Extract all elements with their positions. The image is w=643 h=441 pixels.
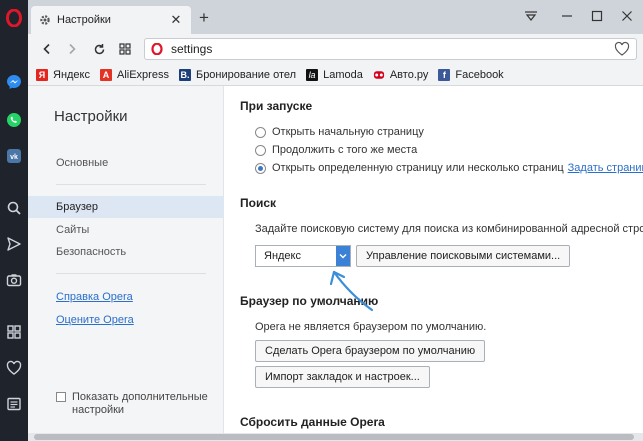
- import-bookmarks-button[interactable]: Импорт закладок и настроек...: [255, 366, 430, 388]
- bookmark-label: Бронирование отел: [195, 68, 297, 81]
- reload-icon[interactable]: [90, 40, 108, 58]
- tab-strip: Настройки ✕ +: [28, 0, 643, 34]
- chevron-down-icon[interactable]: [336, 246, 350, 266]
- vk-icon[interactable]: vk: [4, 146, 24, 166]
- bookmark-label: AliExpress: [117, 68, 169, 81]
- set-pages-link[interactable]: Задать страницы: [568, 162, 643, 174]
- reset-section-title: Сбросить данные Opera: [240, 415, 385, 429]
- close-tab-icon[interactable]: ✕: [169, 12, 183, 27]
- address-text: settings: [171, 42, 213, 56]
- bookmark-label: Яндекс: [53, 68, 90, 81]
- bookmark-item[interactable]: f Facebook: [438, 68, 504, 81]
- speed-dial-grid-icon[interactable]: [116, 40, 134, 58]
- whatsapp-icon[interactable]: [4, 110, 24, 130]
- svg-text:vk: vk: [10, 154, 18, 161]
- manage-search-engines-button[interactable]: Управление поисковыми системами...: [356, 245, 571, 267]
- search-icon[interactable]: [4, 198, 24, 218]
- default-browser-section-title: Браузер по умолчанию: [240, 294, 379, 308]
- bookmarks-bar: Я Яндекс A AliExpress B. Бронирование от…: [28, 64, 643, 86]
- startup-option-home[interactable]: Открыть начальную страницу: [255, 126, 424, 138]
- navigation-bar: settings: [28, 34, 643, 64]
- bookmark-label: Авто.ру: [389, 68, 429, 81]
- forward-icon[interactable]: [63, 40, 81, 58]
- startup-option-specific-pages[interactable]: Открыть определенную страницу или нескол…: [255, 162, 643, 174]
- booking-icon: B.: [178, 68, 191, 81]
- autoru-icon: [373, 69, 385, 81]
- tab-menu-icon[interactable]: [519, 6, 543, 26]
- heart-icon[interactable]: [4, 358, 24, 378]
- address-bar[interactable]: settings: [144, 38, 637, 60]
- advanced-settings-label: Показать дополнительные настройки: [72, 391, 208, 416]
- back-icon[interactable]: [38, 40, 56, 58]
- news-icon[interactable]: [4, 394, 24, 414]
- search-engine-select[interactable]: Яндекс: [255, 245, 351, 267]
- bookmark-heart-icon[interactable]: [614, 41, 630, 57]
- make-default-button[interactable]: Сделать Opera браузером по умолчанию: [255, 340, 486, 362]
- new-tab-button[interactable]: +: [196, 9, 212, 26]
- radio-button[interactable]: [255, 144, 266, 156]
- nav-item-basic[interactable]: Основные: [28, 152, 224, 174]
- opera-logo-icon: [151, 42, 163, 56]
- default-browser-status: Opera не является браузером по умолчанию…: [255, 321, 487, 333]
- search-engine-value: Яндекс: [264, 250, 301, 262]
- bookmark-item[interactable]: la Lamoda: [306, 68, 363, 81]
- nav-item-browser[interactable]: Браузер: [28, 196, 224, 218]
- bookmark-label: Facebook: [455, 68, 504, 81]
- aliexpress-icon: A: [100, 68, 112, 81]
- speed-dial-icon[interactable]: [4, 322, 24, 342]
- horizontal-scrollbar[interactable]: [28, 433, 643, 441]
- bookmark-label: Lamoda: [323, 68, 363, 81]
- advanced-settings-checkbox[interactable]: [56, 392, 66, 402]
- nav-item-security[interactable]: Безопасность: [28, 241, 224, 263]
- bookmark-item[interactable]: Я Яндекс: [36, 68, 90, 81]
- radio-button[interactable]: [255, 126, 266, 138]
- scrollbar-thumb[interactable]: [34, 434, 634, 440]
- minimize-icon[interactable]: [555, 6, 579, 26]
- opera-sidebar: vk: [0, 0, 28, 441]
- opera-help-link[interactable]: Справка Opera: [56, 291, 133, 303]
- startup-option-continue[interactable]: Продолжить с того же места: [255, 144, 417, 156]
- lamoda-icon: la: [306, 68, 319, 81]
- bookmark-item[interactable]: Авто.ру: [373, 68, 429, 81]
- camera-icon[interactable]: [4, 270, 24, 290]
- nav-divider: [56, 184, 206, 185]
- maximize-icon[interactable]: [585, 6, 609, 26]
- messenger-icon[interactable]: [4, 72, 24, 92]
- nav-divider: [56, 273, 206, 274]
- settings-nav-panel: Настройки Основные Браузер Сайты Безопас…: [28, 86, 224, 433]
- radio-label: Открыть определенную страницу или нескол…: [272, 162, 564, 174]
- gear-icon: [39, 14, 51, 26]
- bookmark-item[interactable]: A AliExpress: [100, 68, 169, 81]
- rate-opera-link[interactable]: Оцените Opera: [56, 314, 134, 326]
- radio-button-selected[interactable]: [255, 162, 266, 174]
- send-icon[interactable]: [4, 234, 24, 254]
- tab-title: Настройки: [57, 14, 111, 26]
- startup-section-title: При запуске: [240, 99, 313, 113]
- close-window-icon[interactable]: [615, 6, 639, 26]
- search-section-title: Поиск: [240, 196, 277, 210]
- settings-content: При запуске Открыть начальную страницу П…: [225, 86, 643, 433]
- settings-nav-title: Настройки: [54, 108, 128, 125]
- show-advanced-settings[interactable]: Показать дополнительные настройки: [56, 391, 212, 417]
- yandex-icon: Я: [36, 68, 48, 81]
- tab-settings[interactable]: Настройки ✕: [31, 6, 191, 34]
- facebook-icon: f: [438, 68, 451, 81]
- opera-menu-icon[interactable]: [4, 8, 24, 28]
- radio-label: Открыть начальную страницу: [272, 126, 424, 138]
- radio-label: Продолжить с того же места: [272, 144, 418, 156]
- bookmark-item[interactable]: B. Бронирование отел: [178, 68, 297, 81]
- nav-item-sites[interactable]: Сайты: [28, 219, 224, 241]
- search-description: Задайте поисковую систему для поиска из …: [255, 223, 643, 235]
